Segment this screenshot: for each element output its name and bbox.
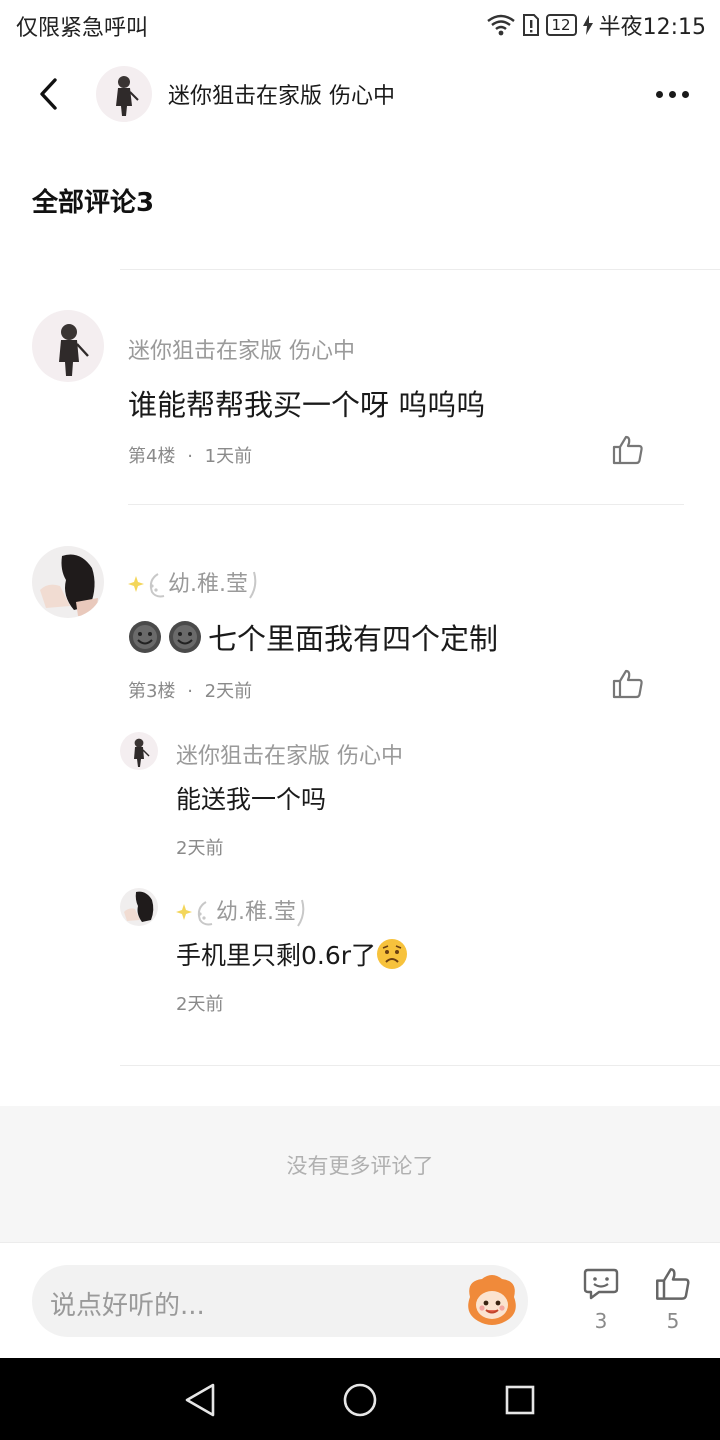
wifi-icon <box>486 14 516 36</box>
circle-home-icon <box>343 1383 377 1417</box>
comment-like-button[interactable] <box>608 664 648 704</box>
avatar[interactable] <box>32 310 104 382</box>
comment-meta: 第3楼 · 2天前 <box>128 677 252 703</box>
system-nav-bar <box>0 1358 720 1440</box>
comment-text: 谁能帮帮我买一个呀 呜呜呜 <box>128 388 486 422</box>
meta-separator: · <box>187 446 193 467</box>
status-bar: 仅限紧急呼叫 12 半夜12:15 <box>0 0 720 50</box>
avatar[interactable] <box>32 546 104 618</box>
like-count: 5 <box>666 1309 680 1333</box>
bottom-action-bar: 说点好听的... 3 5 <box>0 1242 720 1358</box>
more-button[interactable] <box>650 74 694 114</box>
sparkle-icon <box>128 573 165 598</box>
nav-recents-button[interactable] <box>498 1378 542 1422</box>
comment-like-button[interactable] <box>608 430 648 470</box>
back-button[interactable] <box>28 74 68 114</box>
comment-input[interactable]: 说点好听的... <box>32 1265 528 1337</box>
more-dots-icon <box>655 90 663 98</box>
triangle-back-icon <box>185 1383 215 1417</box>
author-avatar[interactable] <box>96 66 152 122</box>
comment-meta: 第4楼 · 1天前 <box>128 442 252 468</box>
divider <box>120 1065 720 1066</box>
clock: 半夜12:15 <box>598 15 706 40</box>
end-of-comments: 没有更多评论了 <box>0 1106 720 1242</box>
nav-back-button[interactable] <box>178 1378 222 1422</box>
reply-text: 能送我一个吗 <box>176 785 327 814</box>
avatar[interactable] <box>120 732 158 770</box>
square-recents-icon <box>505 1385 535 1415</box>
nav-home-button[interactable] <box>338 1378 382 1422</box>
chevron-left-icon <box>40 78 57 110</box>
reply-username[interactable]: 幼.稚.莹 <box>176 894 306 928</box>
divider <box>128 504 684 505</box>
like-count-button[interactable]: 5 <box>648 1267 698 1333</box>
comment-username[interactable]: 迷你狙击在家版 伤心中 <box>128 333 355 365</box>
thumbs-up-icon <box>612 669 643 699</box>
comment-count-button[interactable]: 3 <box>576 1267 626 1333</box>
thumbs-up-icon <box>656 1268 690 1300</box>
flourish-icon <box>249 571 257 599</box>
comment-input-placeholder: 说点好听的... <box>50 1291 205 1321</box>
smiley-emoji-icon <box>169 621 201 653</box>
top-nav: 迷你狙击在家版 伤心中 <box>0 52 720 136</box>
no-more-text: 没有更多评论了 <box>286 1154 434 1178</box>
comment-floor: 第3楼 <box>128 681 176 702</box>
thumbs-up-icon <box>612 435 643 465</box>
reply-username[interactable]: 迷你狙击在家版 伤心中 <box>176 738 403 770</box>
comment-username[interactable]: 幼.稚.莹 <box>128 566 258 600</box>
comment-time: 1天前 <box>204 446 253 467</box>
comment-time: 2天前 <box>204 681 253 702</box>
comment-text: 七个里面我有四个定制 <box>128 616 498 658</box>
emoji-picker-icon[interactable] <box>462 1273 522 1329</box>
reply-time: 2天前 <box>176 838 224 859</box>
avatar[interactable] <box>120 888 158 926</box>
sad-emoji-icon <box>377 939 408 969</box>
page-title: 迷你狙击在家版 伤心中 <box>168 84 395 109</box>
sparkle-icon <box>176 901 213 926</box>
battery-icon: 12 <box>545 14 577 36</box>
sim-alert-icon <box>522 13 540 37</box>
comment-icon <box>583 1268 619 1300</box>
comment-count: 3 <box>594 1309 608 1333</box>
carrier-status: 仅限紧急呼叫 <box>16 16 149 41</box>
reply-text: 手机里只剩0.6r了 <box>176 936 408 972</box>
divider <box>120 269 720 270</box>
meta-separator: · <box>187 681 193 702</box>
charging-icon <box>582 15 593 35</box>
comments-heading: 全部评论3 <box>32 188 155 218</box>
flourish-icon <box>297 899 305 927</box>
comment-floor: 第4楼 <box>128 446 176 467</box>
reply-time: 2天前 <box>176 994 224 1015</box>
smiley-emoji-icon <box>129 621 161 653</box>
